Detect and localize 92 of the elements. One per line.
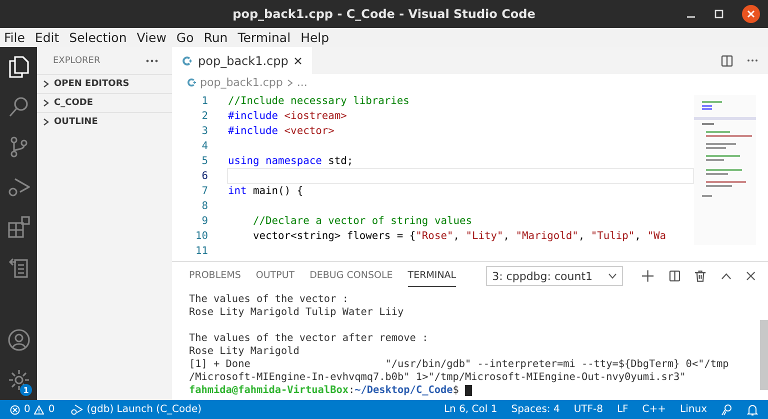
panel-tab[interactable]: TERMINAL: [408, 266, 456, 286]
line-number: 5: [200, 154, 209, 166]
debug-icon[interactable]: [70, 404, 83, 415]
status-item[interactable]: Ln 6, Col 1: [444, 404, 498, 415]
editor-tab[interactable]: pop_back1.cpp: [172, 47, 312, 74]
line-number: 3: [200, 124, 209, 136]
menu-item[interactable]: Edit: [34, 30, 60, 45]
settings-icon[interactable]: [8, 369, 30, 391]
prompt-symbol: $: [452, 385, 459, 396]
feedback-icon[interactable]: [721, 404, 733, 416]
split-editor-icon[interactable]: [721, 54, 733, 66]
close-icon[interactable]: [746, 271, 756, 281]
more-icon[interactable]: [747, 59, 758, 62]
chevron-icon: [42, 80, 50, 88]
terminal-cursor: [464, 385, 472, 396]
launch-config[interactable]: (gdb) Launch (C_Code): [86, 404, 202, 415]
panel-tab[interactable]: PROBLEMS: [189, 266, 241, 286]
menu-item[interactable]: Selection: [69, 30, 127, 45]
chevron-icon: [42, 99, 50, 107]
files-icon[interactable]: [8, 55, 30, 79]
line-number: 2: [200, 110, 209, 122]
code-line: //Include necessary libraries: [228, 94, 410, 106]
line-number: 4: [200, 140, 209, 152]
code-line: #include <iostream>: [228, 110, 347, 122]
chevron-down-icon: [608, 273, 618, 279]
menu-item[interactable]: Help: [300, 30, 330, 45]
chevron-icon: [42, 118, 50, 126]
terminal-line: The values of the vector after remove :: [189, 333, 428, 344]
line-number: 8: [200, 200, 209, 212]
status-item[interactable]: LF: [616, 404, 628, 415]
breadcrumb-item[interactable]: ...: [296, 76, 308, 89]
code-line: #include <vector>: [228, 124, 334, 136]
explorer-title: EXPLORER: [53, 56, 100, 66]
cpp-file-icon: [182, 56, 192, 66]
line-number: 10: [194, 230, 209, 242]
document-arrow-icon[interactable]: [8, 256, 28, 278]
breadcrumb-item[interactable]: pop_back1.cpp: [200, 76, 283, 89]
status-item[interactable]: Linux: [680, 404, 707, 415]
terminal-line: /Microsoft-MIEngine-In-evhvqmq7.b0b" 1>"/tmp/Microsoft-MIEngine-Out-nvy0yumi.sr3": [189, 372, 686, 383]
terminal-line: Rose Lity Marigold Tulip Water Liiy: [189, 307, 404, 318]
panel-tab[interactable]: OUTPUT: [256, 266, 295, 286]
maximize-icon[interactable]: [714, 9, 724, 19]
bell-icon[interactable]: [747, 404, 758, 416]
account-icon[interactable]: [8, 329, 30, 351]
error-icon[interactable]: [10, 404, 20, 414]
menu-item[interactable]: Go: [176, 30, 194, 45]
extensions-icon[interactable]: [8, 216, 30, 238]
plus-icon[interactable]: [642, 270, 654, 282]
chevron-icon: [286, 78, 293, 86]
code-line: int main() {: [228, 184, 304, 196]
prompt-user: fahmida@fahmida-VirtualBox: [189, 385, 348, 396]
terminal-line: Rose Lity Marigold: [189, 346, 300, 357]
trash-icon[interactable]: [695, 270, 706, 282]
notification-badge: 1: [20, 384, 32, 396]
source-control-icon[interactable]: [10, 136, 28, 158]
menu-item[interactable]: Run: [204, 30, 228, 45]
prompt-separator: :: [348, 385, 355, 396]
terminal-line: The values of the vector :: [189, 294, 348, 305]
window-title: pop_back1.cpp - C_Code - Visual Studio Code: [232, 7, 536, 21]
close-icon[interactable]: [742, 5, 760, 23]
line-number: 6: [200, 170, 209, 182]
line-number: 7: [200, 184, 209, 196]
close-icon[interactable]: [294, 56, 302, 64]
menu-item[interactable]: File: [4, 30, 25, 45]
more-icon[interactable]: [146, 58, 158, 62]
line-number: 11: [194, 244, 209, 256]
sidebar-section[interactable]: OPEN EDITORS: [37, 74, 172, 93]
code-line: using namespace std;: [228, 154, 354, 166]
panel-tab[interactable]: DEBUG CONSOLE: [310, 266, 393, 286]
code-line: vector<string> flowers = {"Rose", "Lity", "Marigold", "Tulip", "Wa: [252, 230, 666, 242]
search-icon[interactable]: [8, 96, 30, 118]
code-line: //Declare a vector of string values: [252, 214, 472, 226]
warning-count[interactable]: 0: [48, 404, 55, 415]
chevron-up-icon[interactable]: [720, 272, 732, 280]
sidebar-section[interactable]: OUTLINE: [37, 112, 172, 131]
prompt-path: ~/Desktop/C_Code: [354, 385, 453, 396]
cpp-file-icon: [187, 78, 196, 87]
menu-item[interactable]: View: [136, 30, 166, 45]
status-item[interactable]: Spaces: 4: [511, 404, 560, 415]
line-number: 9: [200, 214, 209, 226]
sidebar-section[interactable]: C_CODE: [37, 93, 172, 112]
terminal-select[interactable]: 3: cppdbg: count1: [486, 266, 624, 286]
status-item[interactable]: C++: [642, 404, 666, 415]
line-number: 1: [200, 94, 209, 106]
scrollbar: [760, 320, 768, 390]
run-debug-icon[interactable]: [8, 176, 30, 198]
menu-item[interactable]: Terminal: [238, 30, 291, 45]
terminal-line: [1] + Done "/usr/bin/gdb" --interpreter=mi --tty=${DbgTerm} 0<"/tmp: [189, 359, 729, 370]
warning-icon[interactable]: [34, 404, 44, 414]
split-terminal-icon[interactable]: [668, 270, 680, 282]
status-item[interactable]: UTF-8: [574, 404, 603, 415]
error-count[interactable]: 0: [24, 404, 30, 415]
